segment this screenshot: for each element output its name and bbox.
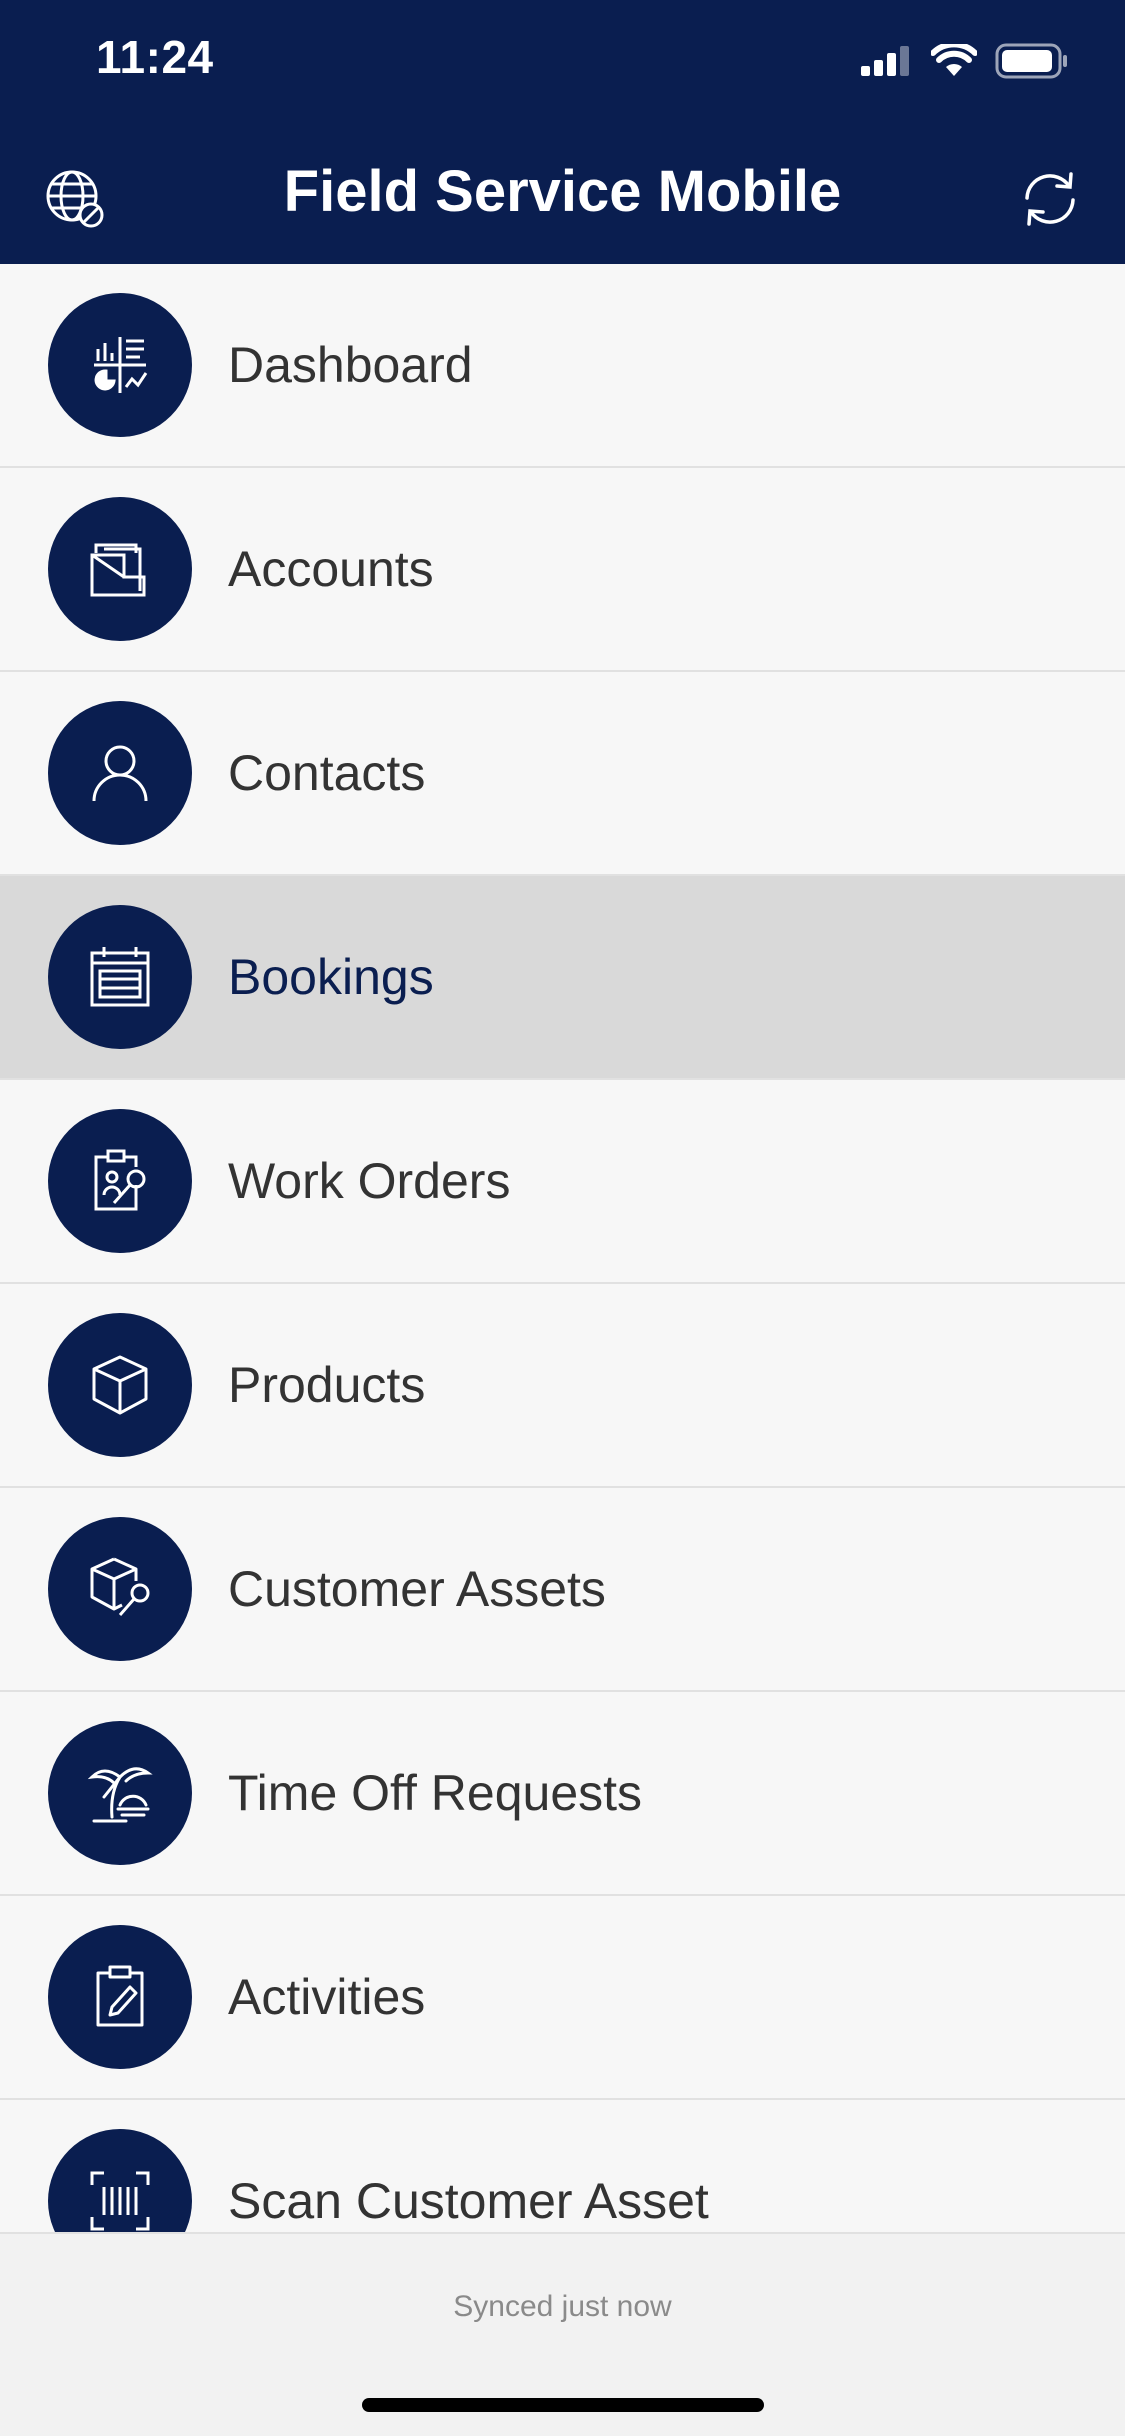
menu-item-bookings[interactable]: Bookings <box>0 876 1125 1080</box>
box-wrench-icon <box>90 1557 150 1616</box>
accounts-icon <box>90 543 146 597</box>
menu-item-label: Dashboard <box>228 337 473 393</box>
clipboard-pencil-icon <box>96 1965 144 2027</box>
menu-item-label: Scan Customer Asset <box>228 2173 709 2229</box>
home-indicator[interactable] <box>362 2398 764 2412</box>
status-time: 11:24 <box>96 31 214 83</box>
menu-item-activities[interactable]: Activities <box>0 1896 1125 2100</box>
menu-item-time-off-requests[interactable]: Time Off Requests <box>0 1692 1125 1896</box>
menu-item-scan-customer-asset[interactable]: Scan Customer Asset <box>0 2100 1125 2232</box>
contact-person-icon <box>92 745 148 802</box>
menu-item-label: Accounts <box>228 541 434 597</box>
sync-icon <box>1025 172 1075 226</box>
menu-item-products[interactable]: Products <box>0 1284 1125 1488</box>
app-header: 11:24 Field Service Mobile <box>0 0 1125 264</box>
status-icons <box>861 36 1069 86</box>
menu-item-customer-assets[interactable]: Customer Assets <box>0 1488 1125 1692</box>
menu-item-contacts[interactable]: Contacts <box>0 672 1125 876</box>
menu-item-label: Customer Assets <box>228 1561 606 1617</box>
menu-item-label: Products <box>228 1357 426 1413</box>
menu-item-label: Work Orders <box>228 1153 511 1209</box>
menu-item-dashboard[interactable]: Dashboard <box>0 264 1125 468</box>
sync-status-text: Synced just now <box>453 2290 672 2323</box>
wifi-icon <box>931 44 977 76</box>
clipboard-wrench-icon <box>94 1149 146 1211</box>
page-title: Field Service Mobile <box>283 159 842 224</box>
menu-item-label: Contacts <box>228 745 426 801</box>
menu-item-label: Time Off Requests <box>228 1765 643 1821</box>
menu-item-label: Activities <box>228 1969 426 2025</box>
barcode-scan-icon <box>90 2171 150 2231</box>
menu-item-accounts[interactable]: Accounts <box>0 468 1125 672</box>
main-menu: Dashboard Accounts Contacts Bookings Wor… <box>0 264 1125 2232</box>
dashboard-icon <box>94 337 148 393</box>
cellular-signal-icon <box>861 46 909 76</box>
menu-item-work-orders[interactable]: Work Orders <box>0 1080 1125 1284</box>
calendar-icon <box>90 947 150 1007</box>
battery-icon <box>995 43 1067 79</box>
palm-tree-icon <box>87 1767 153 1823</box>
sync-button[interactable] <box>1015 164 1085 234</box>
box-icon <box>92 1355 148 1415</box>
menu-item-label: Bookings <box>228 949 434 1005</box>
